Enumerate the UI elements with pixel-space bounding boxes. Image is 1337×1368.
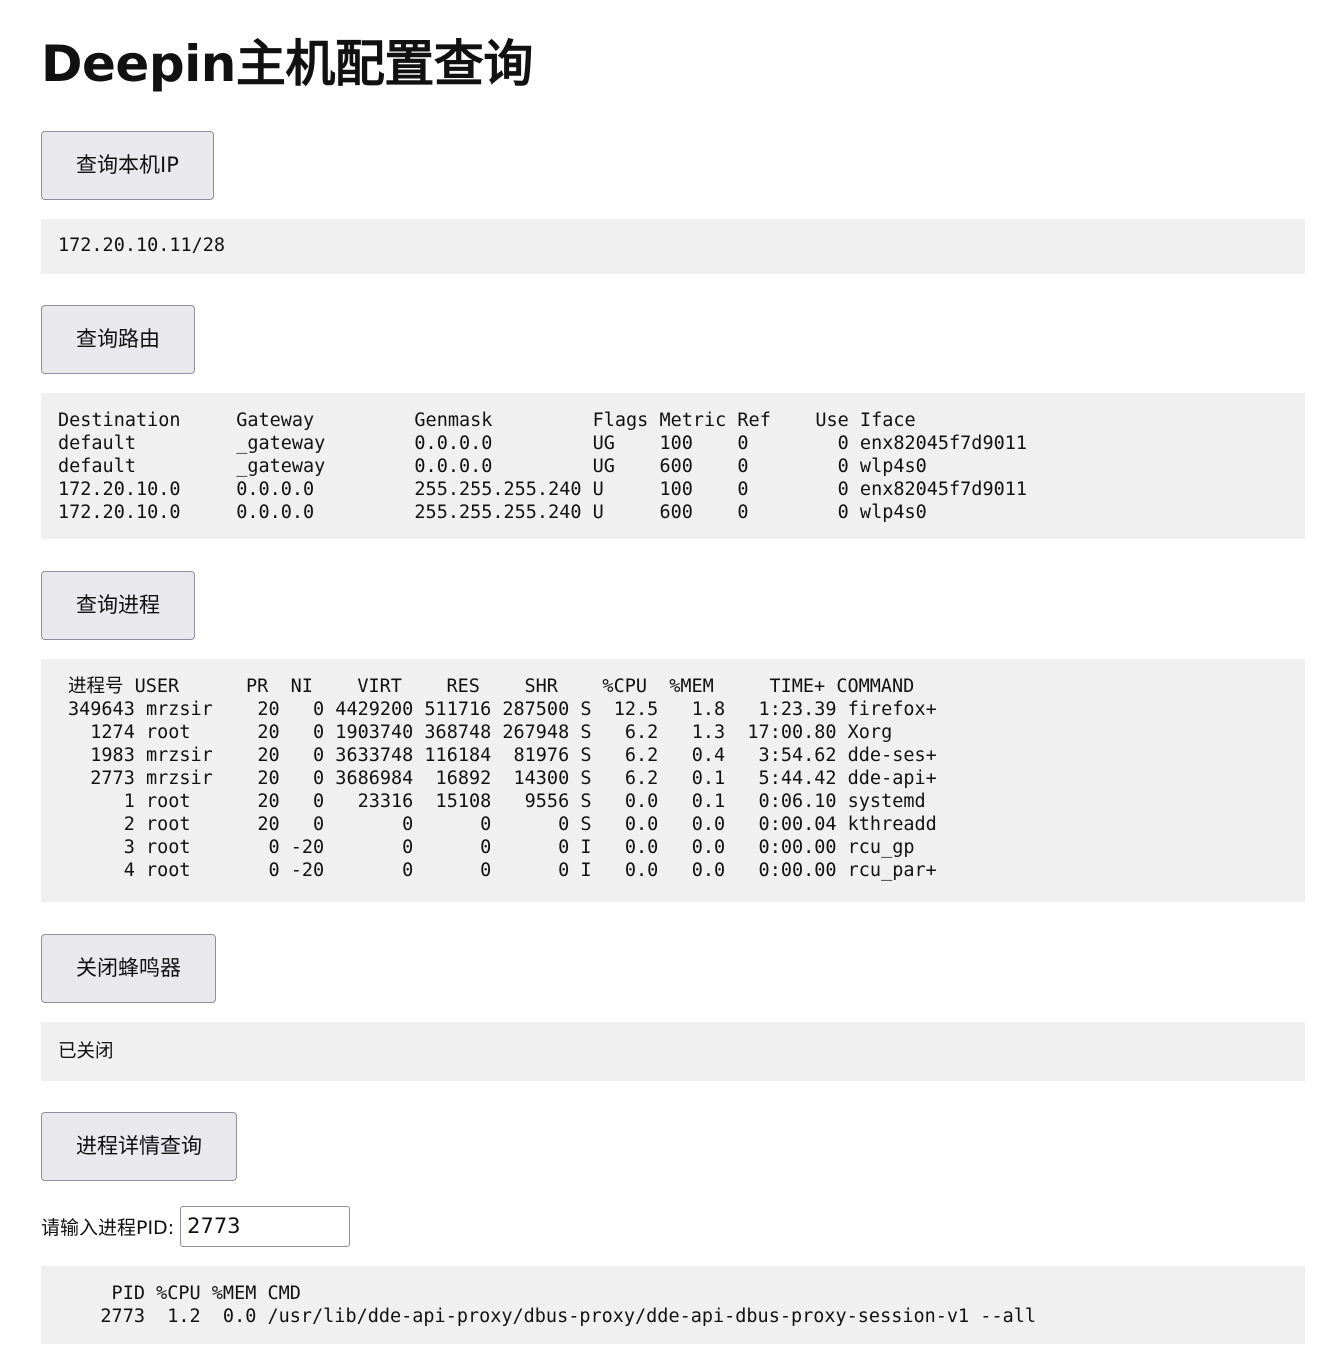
route-output: Destination Gateway Genmask Flags Metric… (41, 393, 1305, 539)
close-buzzer-button[interactable]: 关闭蜂鸣器 (41, 934, 216, 1003)
ip-output: 172.20.10.11/28 (41, 219, 1305, 274)
route-section: 查询路由 Destination Gateway Genmask Flags M… (41, 274, 1305, 539)
page-container: Deepin主机配置查询 查询本机IP 172.20.10.11/28 查询路由… (0, 0, 1337, 1344)
process-output: 进程号 USER PR NI VIRT RES SHR %CPU %MEM TI… (41, 659, 1305, 902)
buzzer-output: 已关闭 (41, 1022, 1305, 1081)
query-route-button[interactable]: 查询路由 (41, 305, 195, 374)
query-ip-button[interactable]: 查询本机IP (41, 131, 214, 200)
process-detail-button[interactable]: 进程详情查询 (41, 1112, 237, 1181)
buzzer-section: 关闭蜂鸣器 已关闭 (41, 902, 1305, 1081)
detail-output: PID %CPU %MEM CMD 2773 1.2 0.0 /usr/lib/… (41, 1266, 1305, 1344)
pid-input[interactable] (180, 1205, 351, 1247)
detail-section: 进程详情查询 请输入进程PID: PID %CPU %MEM CMD 2773 … (41, 1081, 1305, 1344)
query-process-button[interactable]: 查询进程 (41, 571, 195, 640)
pid-label: 请输入进程PID: (41, 1216, 175, 1239)
page-title: Deepin主机配置查询 (41, 35, 533, 93)
ip-section: 查询本机IP 172.20.10.11/28 (41, 94, 1305, 274)
process-section: 查询进程 进程号 USER PR NI VIRT RES SHR %CPU %M… (41, 539, 1305, 902)
pid-input-row: 请输入进程PID: (41, 1205, 1305, 1247)
